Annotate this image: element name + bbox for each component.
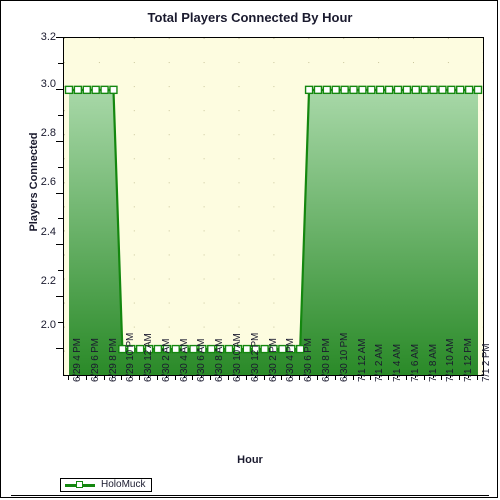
- legend-series-label: HoloMuck: [101, 479, 146, 490]
- x-axis-tick-label: 6/30 12 PM: [249, 332, 261, 382]
- data-point-marker[interactable]: [358, 85, 367, 95]
- footer-divider: [11, 495, 489, 496]
- x-axis-tick-label: 6/30 2 PM: [267, 338, 279, 382]
- data-point-marker[interactable]: [64, 85, 74, 95]
- series-canvas: [64, 38, 483, 375]
- data-point-marker[interactable]: [420, 85, 429, 95]
- x-axis-tick-label: 7/1 6 AM: [409, 344, 421, 382]
- x-axis-title: Hour: [237, 454, 263, 466]
- data-point-marker[interactable]: [322, 85, 332, 95]
- x-axis-tick-label: 6/30 12 AM: [143, 333, 155, 382]
- data-point-marker[interactable]: [340, 85, 349, 95]
- x-axis-tick-label: 6/29 6 PM: [89, 338, 101, 382]
- x-axis-tick-label: 7/1 2 AM: [374, 344, 386, 382]
- y-axis-tick: [56, 296, 63, 298]
- data-point-marker[interactable]: [91, 85, 100, 95]
- page-title: Total Players Connected By Hour: [147, 10, 353, 25]
- legend[interactable]: HoloMuck: [60, 478, 153, 492]
- data-point-marker[interactable]: [402, 85, 412, 95]
- data-point-marker[interactable]: [411, 85, 420, 95]
- data-point-marker[interactable]: [473, 85, 483, 95]
- y-axis-title: Players Connected: [28, 132, 40, 232]
- x-axis-tick-label: 6/30 4 AM: [178, 338, 190, 382]
- y-axis-tick: [56, 244, 63, 246]
- x-axis-tick-label: 7/1 10 AM: [445, 338, 457, 382]
- x-axis-tick-label: 7/1 4 AM: [392, 344, 404, 382]
- data-point-marker[interactable]: [393, 85, 403, 95]
- data-point-marker[interactable]: [109, 85, 118, 95]
- y-axis-tick: [56, 192, 63, 194]
- x-axis-tick-label: 6/30 10 PM: [338, 332, 350, 382]
- chart-frame: Total Players Connected By Hour 3.2 3.0 …: [0, 0, 498, 498]
- data-point-marker[interactable]: [313, 85, 323, 95]
- data-point-marker[interactable]: [384, 85, 394, 95]
- data-point-marker[interactable]: [349, 85, 358, 95]
- data-point-marker[interactable]: [82, 85, 91, 95]
- line-swatch-icon: [65, 480, 95, 490]
- x-axis-tick-label: 6/30 2 AM: [160, 338, 172, 382]
- y-axis-tick: [56, 37, 63, 38]
- y-axis-tick: [56, 140, 63, 142]
- data-point-marker[interactable]: [464, 85, 474, 95]
- y-axis-tick-label: 3.0: [40, 78, 56, 90]
- x-axis-tick-label: 6/29 4 PM: [72, 338, 83, 382]
- y-axis-tick-label: 2.2: [40, 275, 56, 287]
- x-axis-tick-label: 7/1 2 PM: [481, 343, 492, 382]
- y-axis-tick: [56, 348, 63, 350]
- data-point-marker[interactable]: [376, 85, 385, 95]
- data-point-marker[interactable]: [429, 85, 438, 95]
- x-axis-tick-label: 6/30 10 AM: [232, 333, 244, 382]
- data-point-marker[interactable]: [447, 85, 456, 95]
- y-axis-tick-label: 3.2: [40, 31, 56, 43]
- x-axis-tick-label: 7/1 12 PM: [463, 338, 475, 382]
- x-axis-tick-label: 7/1 8 AM: [427, 344, 439, 382]
- x-axis-tick-label: 7/1 12 AM: [356, 338, 368, 382]
- square-marker-icon: [76, 481, 83, 488]
- x-axis-tick-label: 6/30 4 PM: [285, 338, 297, 382]
- data-point-marker[interactable]: [304, 85, 314, 95]
- data-point-marker[interactable]: [367, 85, 376, 95]
- data-point-marker[interactable]: [73, 85, 83, 95]
- data-point-marker[interactable]: [438, 85, 447, 95]
- data-point-marker[interactable]: [100, 85, 109, 95]
- x-axis-tick-label: 6/30 8 AM: [214, 338, 226, 382]
- data-point-marker[interactable]: [456, 85, 465, 95]
- x-axis-tick-label: 6/29 10 PM: [125, 332, 137, 382]
- x-axis-tick-label: 6/30 6 PM: [303, 338, 315, 382]
- data-point-marker[interactable]: [331, 85, 340, 95]
- x-axis-tick-label: 6/30 6 AM: [196, 338, 208, 382]
- x-axis-tick-label: 6/29 8 PM: [107, 338, 119, 382]
- y-axis-tick: [56, 88, 63, 90]
- plot-area: [63, 37, 484, 376]
- x-axis-tick-label: 6/30 8 PM: [320, 338, 332, 382]
- y-axis-tick-label: 2.0: [40, 319, 56, 331]
